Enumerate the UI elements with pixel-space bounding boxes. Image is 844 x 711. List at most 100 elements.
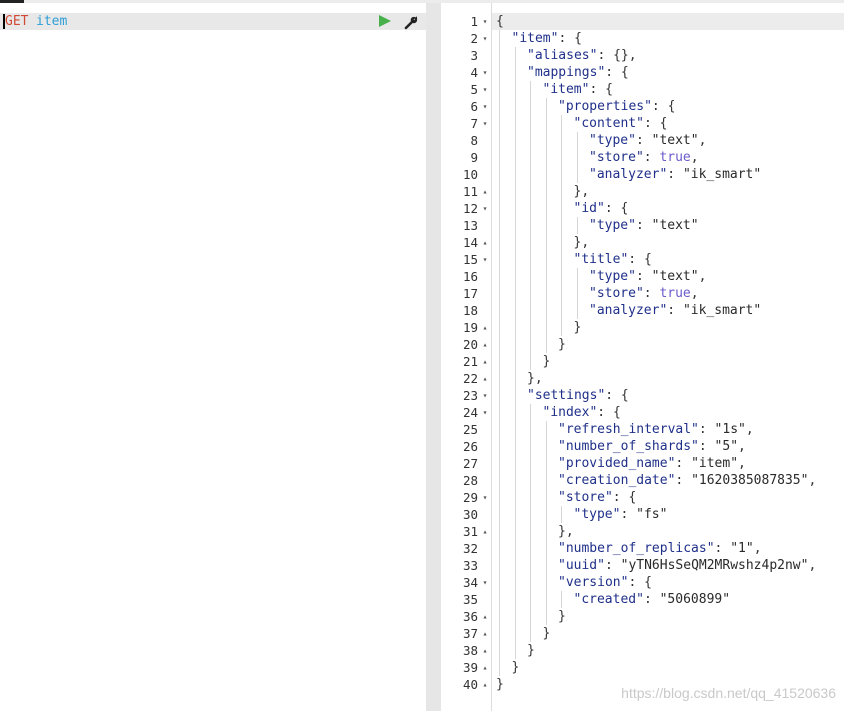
json-key: "store" [589, 286, 644, 301]
fold-arrow-icon[interactable]: ▾ [481, 251, 489, 268]
code-line: 29 ▾ "store": { [441, 489, 844, 506]
line-number: 35 [462, 592, 478, 607]
indent-guide [530, 166, 531, 183]
json-punct: : [643, 150, 660, 165]
unfold-arrow-icon[interactable]: ▴ [481, 336, 489, 353]
json-punct: : { [589, 82, 613, 97]
json-key: "mappings" [527, 65, 606, 80]
indent-guide [530, 455, 531, 472]
indent-guide [499, 489, 500, 506]
json-punct: , [745, 422, 754, 437]
json-string: "ik_smart" [682, 303, 762, 318]
unfold-arrow-icon[interactable]: ▴ [481, 625, 489, 642]
json-punct: : [620, 507, 637, 522]
code-line: 7 ▾ "content": { [441, 115, 844, 132]
pane-splitter[interactable] [426, 3, 441, 711]
indent-guide [561, 234, 562, 251]
request-method: GET [5, 14, 29, 29]
indent-guide [530, 132, 531, 149]
fold-arrow-icon[interactable]: ▾ [481, 64, 489, 81]
indent-guide [499, 336, 500, 353]
code-line: 22 ▴}, [441, 370, 844, 387]
line-number: 8 [470, 133, 478, 148]
indent-guide [545, 319, 547, 336]
json-string: "5" [714, 439, 739, 454]
fold-arrow-icon[interactable]: ▾ [481, 13, 489, 30]
indent-guide [514, 455, 516, 472]
indent-guide [530, 404, 531, 421]
code-line: 34 ▾ "version": { [441, 574, 844, 591]
code-line: 32 "number_of_replicas": "1", [441, 540, 844, 557]
line-number: 40 [462, 677, 478, 692]
fold-arrow-icon[interactable]: ▾ [481, 489, 489, 506]
json-string: "fs" [636, 507, 668, 522]
code-text: } [558, 608, 566, 625]
indent-guide [545, 438, 547, 455]
unfold-arrow-icon[interactable]: ▴ [481, 319, 489, 336]
code-line: 10 "analyzer": "ik_smart" [441, 166, 844, 183]
code-line: 9 "store": true, [441, 149, 844, 166]
line-number: 20 [462, 337, 478, 352]
request-line[interactable]: GET item [0, 13, 426, 30]
unfold-arrow-icon[interactable]: ▴ [481, 676, 489, 693]
indent-guide [514, 608, 516, 625]
request-editor[interactable]: GET item [0, 3, 426, 711]
json-key: "properties" [558, 99, 652, 114]
code-text: "provided_name": "item", [558, 455, 746, 472]
json-key: "content" [573, 116, 644, 131]
fold-arrow-icon[interactable]: ▾ [481, 115, 489, 132]
unfold-arrow-icon[interactable]: ▴ [481, 659, 489, 676]
watermark: https://blog.csdn.net/qq_41520636 [621, 685, 836, 701]
line-number: 38 [462, 643, 478, 658]
unfold-arrow-icon[interactable]: ▴ [481, 642, 489, 659]
wrench-icon[interactable] [403, 14, 419, 30]
json-punct: , [808, 558, 817, 573]
fold-arrow-icon[interactable]: ▾ [481, 387, 489, 404]
json-punct: : { [558, 31, 582, 46]
json-punct: : { [651, 99, 676, 114]
line-number: 6 [470, 99, 478, 114]
code-text: "type": "text", [589, 268, 706, 285]
indent-guide [545, 455, 547, 472]
code-line: 18 "analyzer": "ik_smart" [441, 302, 844, 319]
indent-guide [514, 217, 516, 234]
play-icon[interactable] [379, 15, 391, 27]
line-number: 33 [462, 558, 478, 573]
code-text: "title": { [574, 251, 652, 268]
json-key: "number_of_replicas" [558, 541, 715, 556]
unfold-arrow-icon[interactable]: ▴ [481, 183, 489, 200]
indent-guide [530, 540, 531, 557]
code-line: 2 ▾ "item": { [441, 30, 844, 47]
code-text: } [558, 336, 566, 353]
unfold-arrow-icon[interactable]: ▴ [481, 234, 489, 251]
json-key: "title" [573, 252, 629, 267]
indent-guide [561, 251, 562, 268]
fold-arrow-icon[interactable]: ▾ [481, 200, 489, 217]
unfold-arrow-icon[interactable]: ▴ [481, 353, 489, 370]
fold-arrow-icon[interactable]: ▾ [481, 81, 489, 98]
json-punct: : { [605, 388, 629, 403]
code-text: "analyzer": "ik_smart" [589, 302, 761, 319]
json-punct: : [714, 541, 731, 556]
unfold-arrow-icon[interactable]: ▴ [481, 608, 489, 625]
unfold-arrow-icon[interactable]: ▴ [481, 523, 489, 540]
code-text: "refresh_interval": "1s", [558, 421, 754, 438]
code-line: 25 "refresh_interval": "1s", [441, 421, 844, 438]
indent-guide [499, 608, 500, 625]
fold-arrow-icon[interactable]: ▾ [481, 98, 489, 115]
indent-guide [561, 302, 562, 319]
fold-arrow-icon[interactable]: ▾ [481, 30, 489, 47]
code-text: "type": "fs" [574, 506, 668, 523]
unfold-arrow-icon[interactable]: ▴ [481, 370, 489, 387]
code-line: 33 "uuid": "yTN6HsSeQM2MRwshz4p2nw", [441, 557, 844, 574]
code-text: }, [558, 523, 574, 540]
indent-guide [545, 149, 547, 166]
fold-arrow-icon[interactable]: ▾ [481, 574, 489, 591]
line-number: 28 [462, 473, 478, 488]
indent-guide [499, 200, 500, 217]
indent-guide [514, 81, 516, 98]
indent-guide [545, 608, 547, 625]
code-text: "uuid": "yTN6HsSeQM2MRwshz4p2nw", [558, 557, 816, 574]
indent-guide [514, 642, 516, 659]
fold-arrow-icon[interactable]: ▾ [481, 404, 489, 421]
